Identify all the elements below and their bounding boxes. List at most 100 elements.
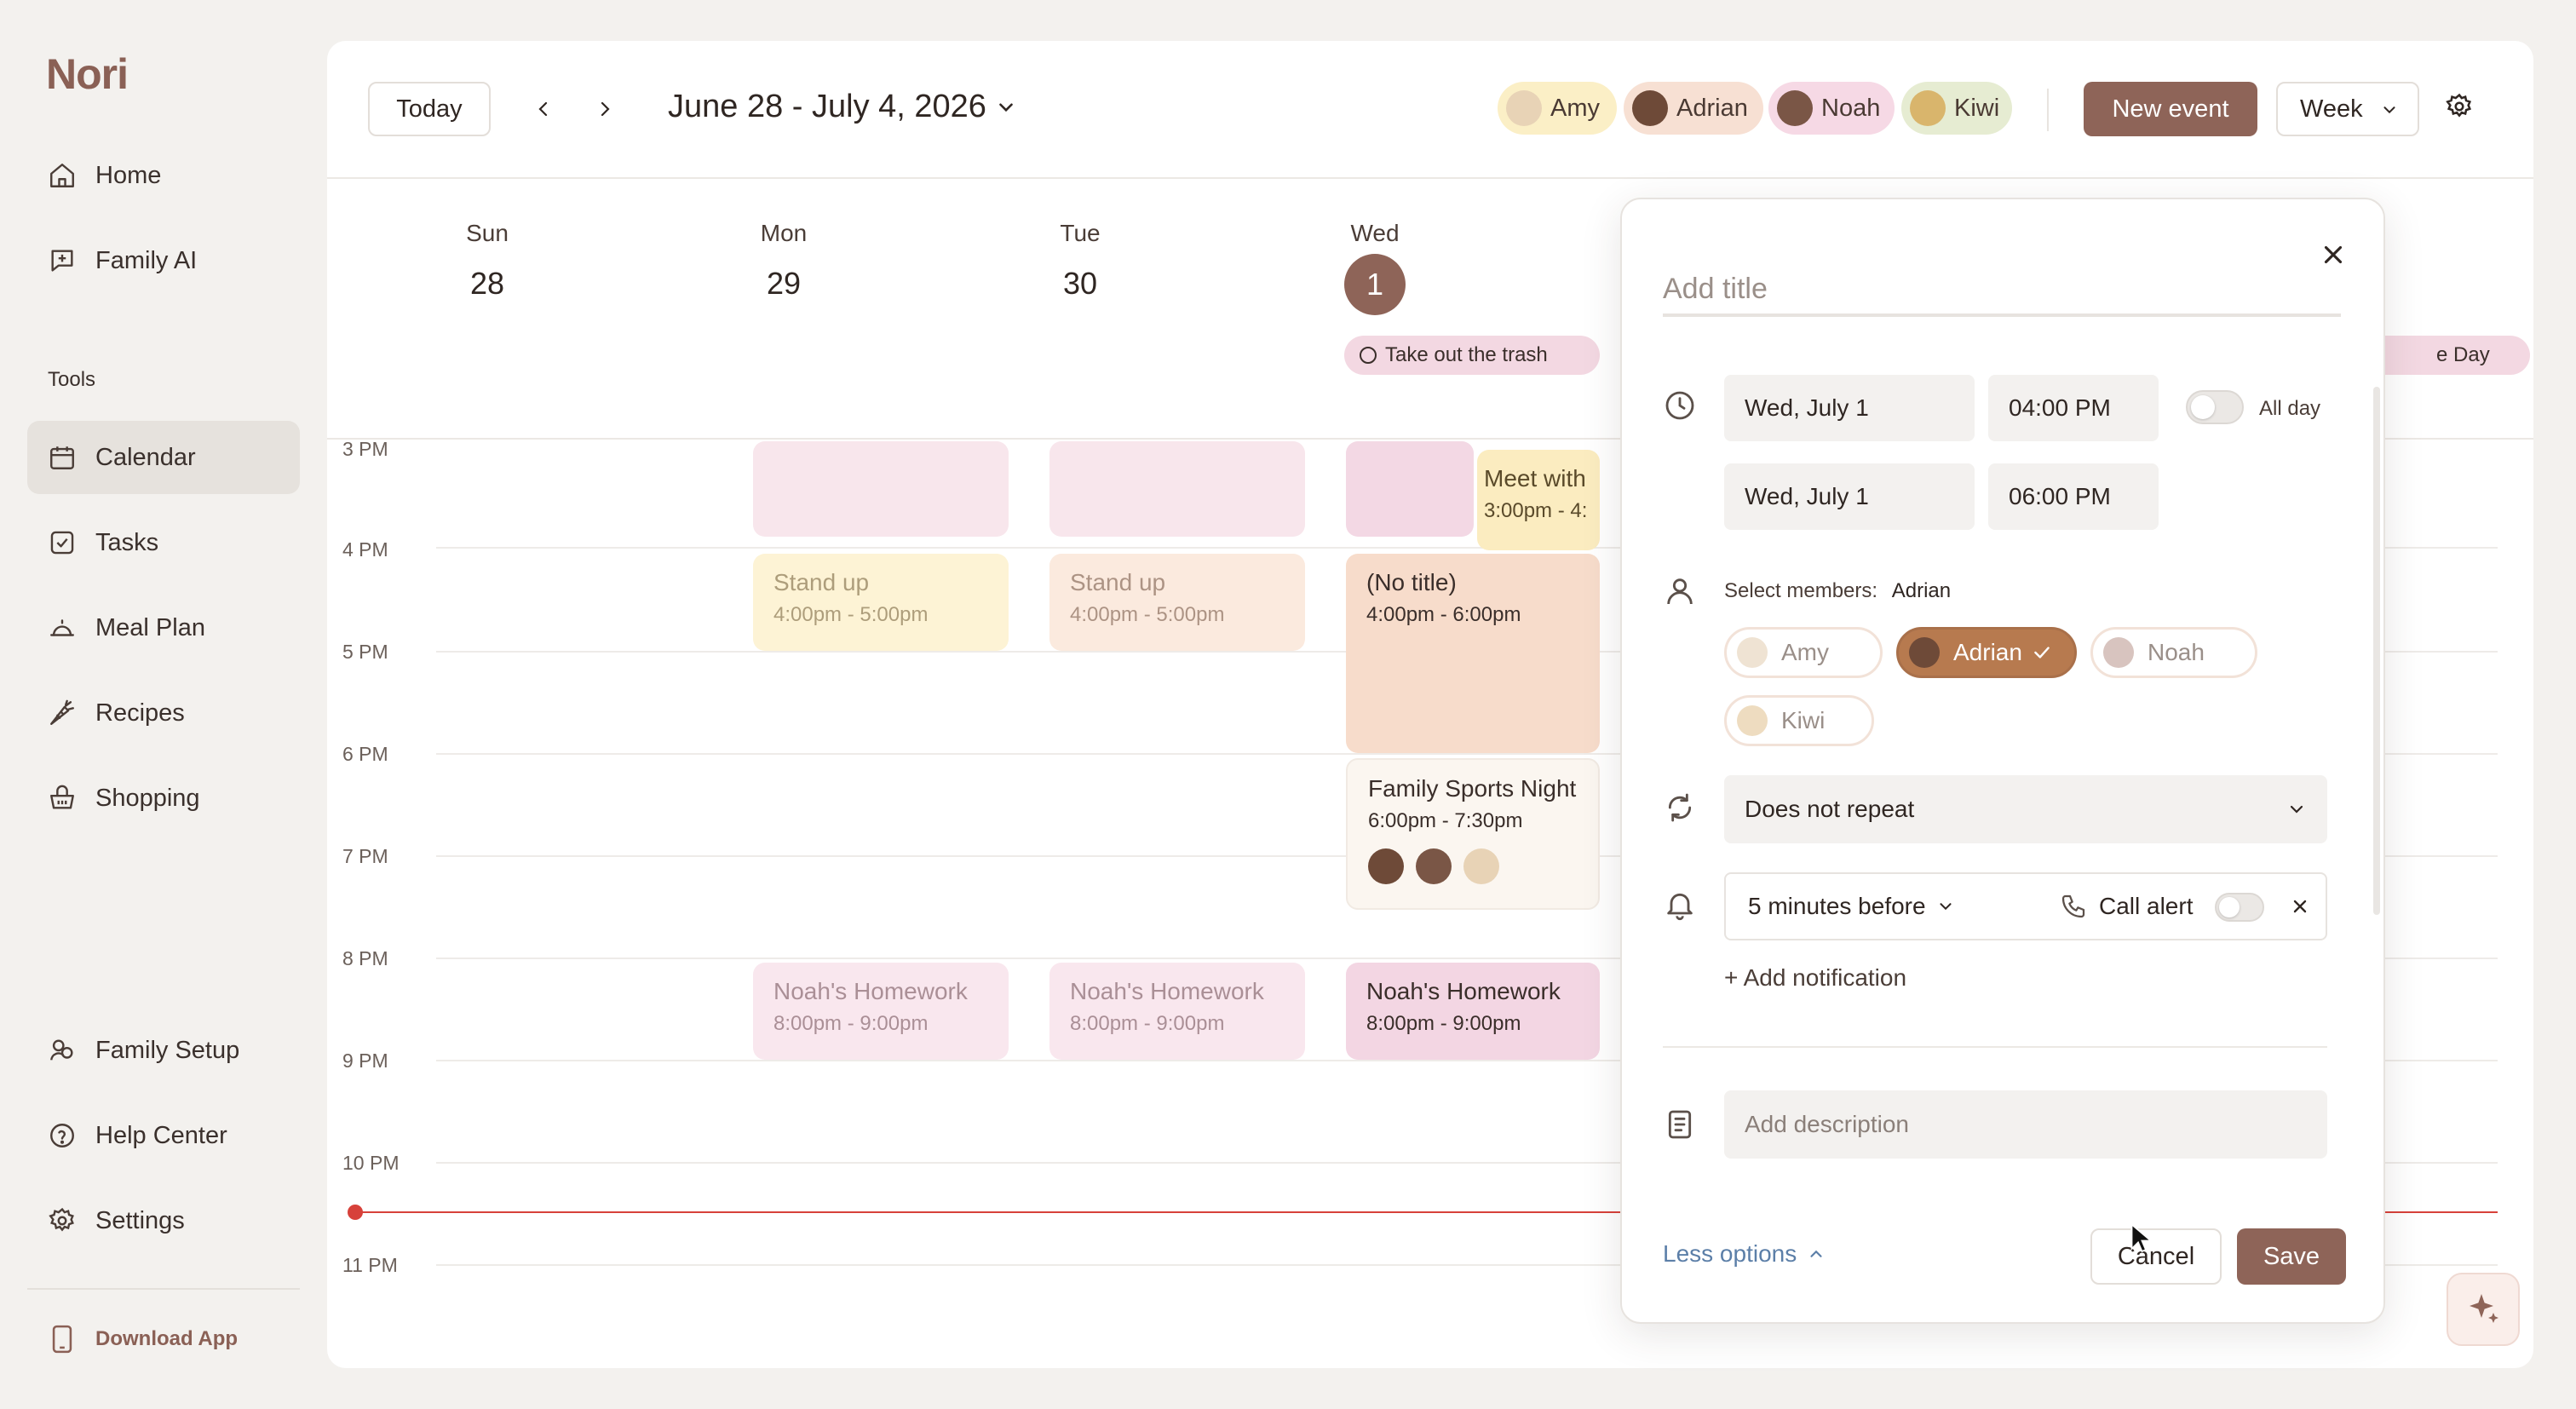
member-chip-kiwi[interactable]: Kiwi: [1901, 82, 2012, 135]
calendar-icon: [50, 446, 74, 469]
call-alert-label: Call alert: [2099, 893, 2194, 919]
sidebar-item-label: Family AI: [95, 246, 198, 274]
event-meet[interactable]: Meet with 3:00pm - 4:: [1477, 450, 1600, 550]
toggle-knob: [2219, 897, 2240, 917]
event-homework-mon[interactable]: Noah's Homework 8:00pm - 9:00pm: [753, 963, 1009, 1060]
toggle-knob: [2191, 395, 2215, 419]
member-chip-adrian[interactable]: Adrian: [1624, 82, 1763, 135]
event-block-partial[interactable]: [753, 441, 1009, 537]
sidebar-item-home[interactable]: Home: [27, 139, 300, 212]
new-event-button[interactable]: New event: [2084, 82, 2257, 136]
bell-icon: [1667, 893, 1693, 920]
event-block-partial[interactable]: [1346, 441, 1474, 537]
event-standup-mon[interactable]: Stand up 4:00pm - 5:00pm: [753, 554, 1009, 651]
dialog-scrollbar[interactable]: [2373, 387, 2380, 915]
start-date-field[interactable]: Wed, July 1: [1724, 375, 1975, 441]
member-option-kiwi[interactable]: Kiwi: [1724, 695, 1874, 746]
day-header-mon[interactable]: Mon 29: [699, 220, 869, 302]
gear-icon: [2446, 93, 2472, 118]
day-header-sun[interactable]: Sun 28: [402, 220, 572, 302]
avatar: [1737, 705, 1768, 736]
gear-icon: [49, 1207, 74, 1232]
day-name: Wed: [1350, 220, 1400, 246]
download-app-link[interactable]: Download App: [49, 1325, 238, 1354]
day-number: 30: [1062, 266, 1098, 301]
member-option-adrian[interactable]: Adrian: [1896, 627, 2077, 678]
member-chip-amy[interactable]: Amy: [1498, 82, 1617, 135]
day-header-tue[interactable]: Tue 30: [995, 220, 1165, 302]
member-option-amy[interactable]: Amy: [1724, 627, 1883, 678]
select-members-label: Select members: Adrian: [1724, 579, 1951, 603]
event-homework-tue[interactable]: Noah's Homework 8:00pm - 9:00pm: [1049, 963, 1305, 1060]
event-block-partial[interactable]: [1049, 441, 1305, 537]
next-week-button[interactable]: [588, 92, 622, 126]
sidebar-item-settings[interactable]: Settings: [27, 1184, 300, 1257]
sidebar-item-label: Recipes: [95, 699, 185, 727]
sparkle-icon: [2470, 1294, 2498, 1323]
today-button[interactable]: Today: [368, 82, 491, 136]
sidebar: Nori Home Family AI Tools Calendar Tasks…: [0, 0, 324, 1409]
repeat-select-label: Does not repeat: [1745, 796, 1915, 822]
calendar-settings-button[interactable]: [2445, 92, 2479, 126]
close-icon[interactable]: [2290, 896, 2310, 917]
sidebar-item-label: Help Center: [95, 1121, 227, 1149]
app-logo[interactable]: Nori: [46, 49, 129, 99]
person-icon: [1667, 578, 1693, 605]
repeat-select[interactable]: Does not repeat: [1724, 775, 2327, 843]
notification-time-select[interactable]: 5 minutes before: [1748, 893, 1955, 920]
sidebar-item-label: Shopping: [95, 784, 200, 812]
basket-icon: [50, 785, 74, 809]
member-option-noah[interactable]: Noah: [2090, 627, 2257, 678]
sidebar-item-recipes[interactable]: Recipes: [27, 676, 300, 750]
event-title-input[interactable]: [1663, 264, 2341, 317]
view-select[interactable]: Week: [2276, 82, 2419, 136]
event-homework-wed[interactable]: Noah's Homework 8:00pm - 9:00pm: [1346, 963, 1600, 1060]
prev-week-button[interactable]: [526, 92, 561, 126]
event-time: 8:00pm - 9:00pm: [773, 1012, 929, 1035]
ai-assistant-button[interactable]: [2447, 1273, 2520, 1346]
member-chip-label: Kiwi: [1954, 94, 2000, 122]
save-button[interactable]: Save: [2237, 1228, 2346, 1285]
member-chip-noah[interactable]: Noah: [1768, 82, 1895, 135]
view-select-label: Week: [2300, 95, 2363, 123]
phone-icon: [2061, 894, 2085, 918]
end-time-field[interactable]: 06:00 PM: [1988, 463, 2159, 530]
all-day-event-trash[interactable]: Take out the trash: [1344, 336, 1600, 375]
sidebar-item-family-setup[interactable]: Family Setup: [27, 1014, 300, 1087]
avatar: [1909, 637, 1940, 668]
less-options-button[interactable]: Less options: [1663, 1240, 1826, 1268]
sidebar-item-tasks[interactable]: Tasks: [27, 506, 300, 579]
event-title: Meet with: [1484, 465, 1586, 492]
description-input[interactable]: Add description: [1724, 1090, 2327, 1159]
hour-label: 4 PM: [342, 538, 388, 561]
hour-label: 6 PM: [342, 743, 388, 765]
calendar-toolbar: Today June 28 - July 4, 2026 Amy Adrian …: [327, 41, 2533, 179]
end-date-field[interactable]: Wed, July 1: [1724, 463, 1975, 530]
chevron-right-icon: [601, 101, 610, 117]
cancel-button[interactable]: Cancel: [2090, 1228, 2222, 1285]
new-event-dialog: Wed, July 1 04:00 PM All day Wed, July 1…: [1620, 198, 2385, 1324]
cloche-icon: [50, 619, 74, 636]
day-header-wed[interactable]: Wed 1: [1290, 220, 1460, 315]
date-range-picker[interactable]: June 28 - July 4, 2026: [668, 89, 1017, 125]
call-alert-toggle[interactable]: [2215, 893, 2264, 922]
chat-plus-icon: [51, 250, 73, 272]
family-icon: [50, 1039, 73, 1061]
sidebar-item-shopping[interactable]: Shopping: [27, 762, 300, 835]
member-option-label: Noah: [2148, 639, 2205, 665]
start-time-field[interactable]: 04:00 PM: [1988, 375, 2159, 441]
sidebar-item-calendar[interactable]: Calendar: [27, 421, 300, 494]
hour-label: 8 PM: [342, 947, 388, 969]
event-standup-tue[interactable]: Stand up 4:00pm - 5:00pm: [1049, 554, 1305, 651]
member-option-label: Amy: [1781, 639, 1829, 665]
sidebar-item-help-center[interactable]: Help Center: [27, 1099, 300, 1172]
event-title: Family Sports Night: [1368, 775, 1577, 802]
sidebar-item-family-ai[interactable]: Family AI: [27, 224, 300, 297]
event-family-sports-night[interactable]: Family Sports Night 6:00pm - 7:30pm: [1346, 758, 1600, 910]
event-no-title[interactable]: (No title) 4:00pm - 6:00pm: [1346, 554, 1600, 753]
sidebar-item-meal-plan[interactable]: Meal Plan: [27, 591, 300, 664]
event-title: Noah's Homework: [1070, 978, 1264, 1004]
all-day-toggle[interactable]: [2186, 390, 2244, 424]
add-notification-button[interactable]: + Add notification: [1724, 964, 1906, 992]
avatar: [1463, 848, 1499, 884]
